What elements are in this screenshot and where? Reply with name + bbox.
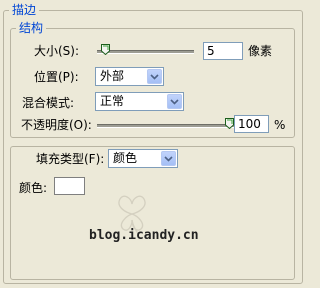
fill-type-dropdown-value: 颜色 bbox=[113, 151, 138, 165]
stroke-group-title: 描边 bbox=[9, 3, 40, 17]
position-dropdown[interactable]: 外部 bbox=[95, 67, 164, 86]
size-slider-thumb[interactable] bbox=[100, 44, 110, 55]
position-label: 位置(P): bbox=[34, 70, 79, 84]
chevron-down-icon[interactable] bbox=[167, 94, 182, 109]
opacity-input[interactable]: 100 bbox=[234, 115, 269, 133]
fill-type-label: 填充类型(F): bbox=[34, 151, 107, 167]
chevron-down-icon[interactable] bbox=[147, 69, 162, 84]
color-swatch[interactable] bbox=[54, 177, 85, 195]
blend-mode-dropdown[interactable]: 正常 bbox=[95, 92, 184, 111]
size-label: 大小(S): bbox=[34, 44, 80, 58]
size-slider-track[interactable] bbox=[97, 50, 194, 54]
blend-mode-dropdown-value: 正常 bbox=[100, 94, 125, 108]
position-dropdown-value: 外部 bbox=[100, 69, 125, 83]
opacity-slider-thumb[interactable] bbox=[225, 118, 234, 129]
chevron-down-icon[interactable] bbox=[161, 151, 176, 166]
opacity-slider-track[interactable] bbox=[97, 124, 234, 128]
watermark-text: blog.icandy.cn bbox=[89, 228, 199, 243]
structure-group-title: 结构 bbox=[16, 21, 47, 35]
size-input[interactable]: 5 bbox=[203, 42, 243, 60]
color-label: 颜色: bbox=[19, 181, 48, 195]
opacity-label: 不透明度(O): bbox=[21, 118, 92, 132]
size-unit-label: 像素 bbox=[248, 44, 273, 58]
blend-mode-label: 混合模式: bbox=[22, 96, 75, 110]
opacity-unit-label: % bbox=[274, 118, 286, 132]
fill-type-dropdown[interactable]: 颜色 bbox=[108, 149, 178, 168]
